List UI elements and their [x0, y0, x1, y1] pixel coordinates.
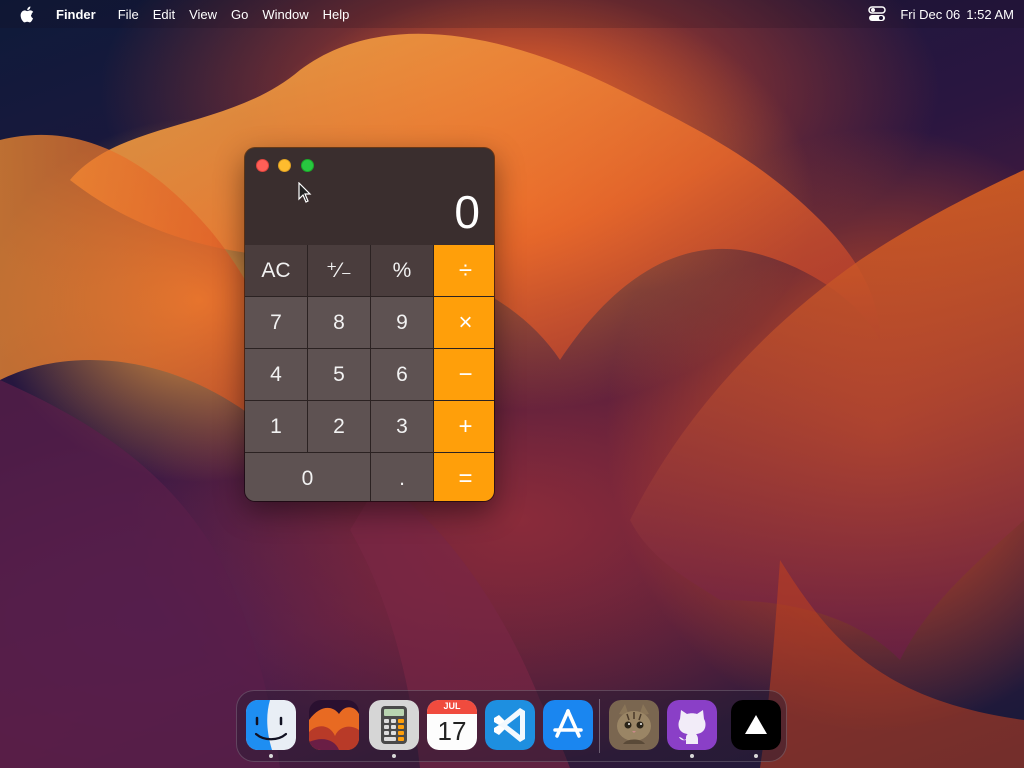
control-center-icon[interactable]	[868, 6, 887, 22]
menu-help[interactable]: Help	[323, 7, 350, 22]
dock-separator	[599, 699, 600, 753]
running-indicator	[269, 754, 273, 758]
zoom-button[interactable]	[301, 159, 314, 172]
digit-2-button[interactable]: 2	[308, 401, 370, 452]
calendar-month: JUL	[443, 701, 461, 711]
wallpaper-icon[interactable]	[309, 700, 359, 750]
finder-icon[interactable]	[246, 700, 296, 750]
divide-button[interactable]: ÷	[434, 245, 494, 296]
clear-button[interactable]: AC	[245, 245, 307, 296]
vscode-icon[interactable]	[485, 700, 535, 750]
menu-file[interactable]: File	[118, 7, 139, 22]
desktop-wallpaper	[0, 0, 1024, 768]
menubar-time[interactable]: 1:52 AM	[966, 7, 1014, 22]
calculator-window: 0 AC ⁺∕₋ % ÷ 7 8 9 × 4 5 6 − 1 2 3 + 0 .…	[245, 148, 494, 501]
mouse-pointer-icon	[298, 181, 312, 204]
digit-9-button[interactable]: 9	[371, 297, 433, 348]
menu-bar: Finder File Edit View Go Window Help Fri…	[0, 0, 1024, 28]
digit-3-button[interactable]: 3	[371, 401, 433, 452]
window-titlebar[interactable]	[245, 148, 494, 184]
digit-5-button[interactable]: 5	[308, 349, 370, 400]
decimal-button[interactable]: .	[371, 453, 433, 501]
dock: JUL 17	[236, 690, 787, 762]
calculator-icon[interactable]	[369, 700, 419, 750]
app-store-icon[interactable]	[543, 700, 593, 750]
menu-edit[interactable]: Edit	[153, 7, 175, 22]
running-indicator	[754, 754, 758, 758]
menu-app-name[interactable]: Finder	[56, 7, 96, 22]
github-icon[interactable]	[667, 700, 717, 750]
percent-button[interactable]: %	[371, 245, 433, 296]
digit-4-button[interactable]: 4	[245, 349, 307, 400]
vercel-icon[interactable]	[731, 700, 781, 750]
running-indicator	[690, 754, 694, 758]
menu-window[interactable]: Window	[262, 7, 308, 22]
digit-0-button[interactable]: 0	[245, 453, 370, 501]
running-indicator	[392, 754, 396, 758]
menubar-date[interactable]: Fri Dec 06	[900, 7, 960, 22]
menu-go[interactable]: Go	[231, 7, 248, 22]
cat-photo-icon[interactable]	[609, 700, 659, 750]
minimize-button[interactable]	[278, 159, 291, 172]
digit-7-button[interactable]: 7	[245, 297, 307, 348]
digit-8-button[interactable]: 8	[308, 297, 370, 348]
multiply-button[interactable]: ×	[434, 297, 494, 348]
calculator-keypad: AC ⁺∕₋ % ÷ 7 8 9 × 4 5 6 − 1 2 3 + 0 . =	[245, 245, 494, 501]
equals-button[interactable]: =	[434, 453, 494, 501]
calendar-day: 17	[437, 716, 467, 746]
menu-view[interactable]: View	[189, 7, 217, 22]
apple-icon[interactable]	[20, 5, 38, 23]
close-button[interactable]	[256, 159, 269, 172]
calendar-icon[interactable]: JUL 17	[427, 700, 477, 750]
subtract-button[interactable]: −	[434, 349, 494, 400]
sign-toggle-button[interactable]: ⁺∕₋	[308, 245, 370, 296]
calculator-display: 0	[454, 186, 480, 238]
digit-1-button[interactable]: 1	[245, 401, 307, 452]
add-button[interactable]: +	[434, 401, 494, 452]
digit-6-button[interactable]: 6	[371, 349, 433, 400]
